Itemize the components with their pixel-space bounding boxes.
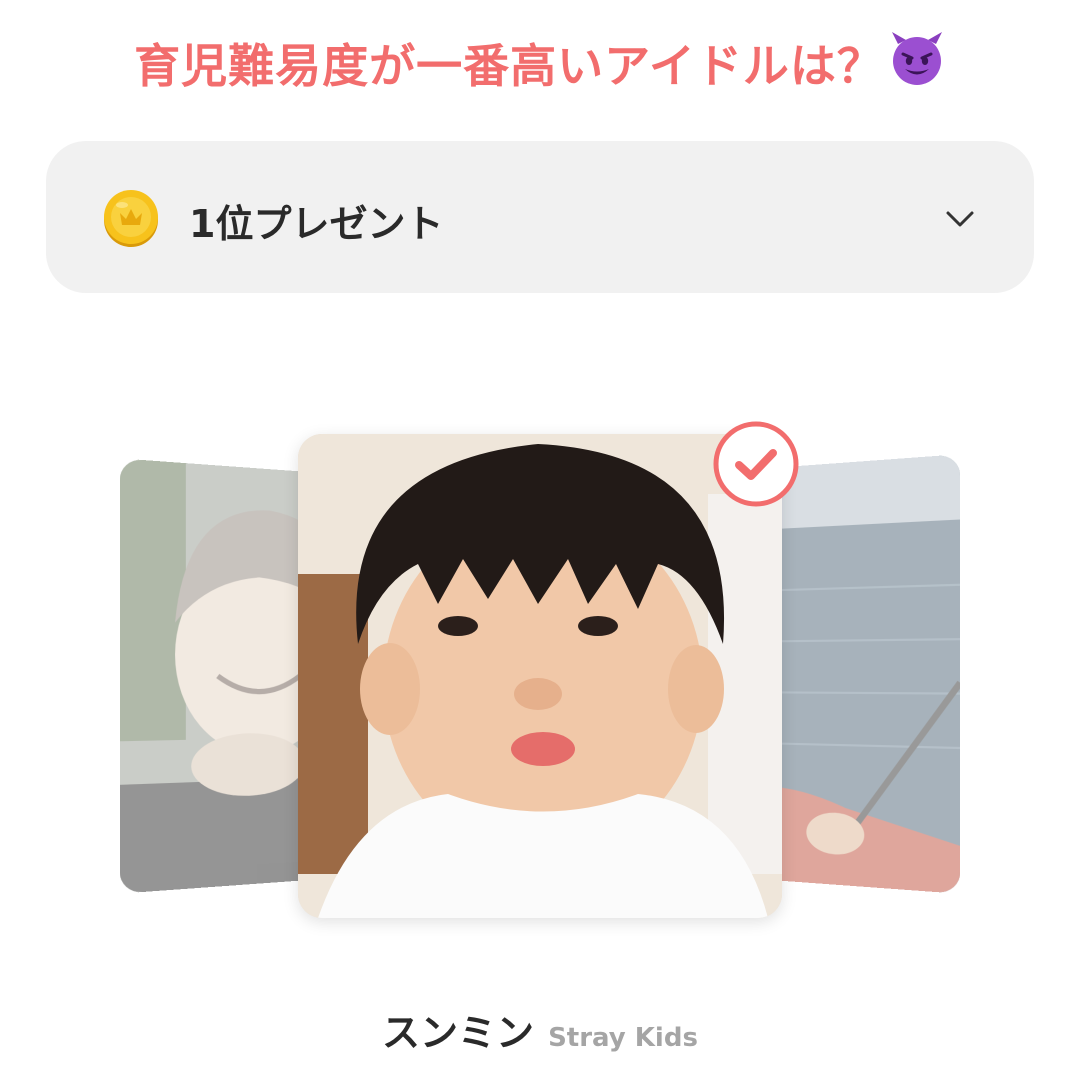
prize-dropdown[interactable]: 1位プレゼント (46, 141, 1034, 293)
child-photo-selected (298, 434, 782, 918)
group-name: Stray Kids (548, 1023, 698, 1053)
check-circle-icon[interactable] (712, 420, 800, 508)
question-text: 育児難易度が一番高いアイドルは？ (134, 39, 884, 93)
idol-name: スンミン (382, 1011, 535, 1055)
smiling-devil-emoji-icon (888, 30, 946, 99)
selected-idol-info: スンミン Stray Kids (0, 1002, 1080, 1057)
question-title: 育児難易度が一番高いアイドルは？ (0, 30, 1080, 99)
photo-carousel[interactable] (0, 420, 1080, 940)
prize-label: 1位プレゼント (189, 202, 444, 246)
carousel-card-selected[interactable] (298, 434, 782, 918)
chevron-down-icon[interactable] (942, 201, 978, 237)
gold-coin-icon (100, 187, 162, 249)
